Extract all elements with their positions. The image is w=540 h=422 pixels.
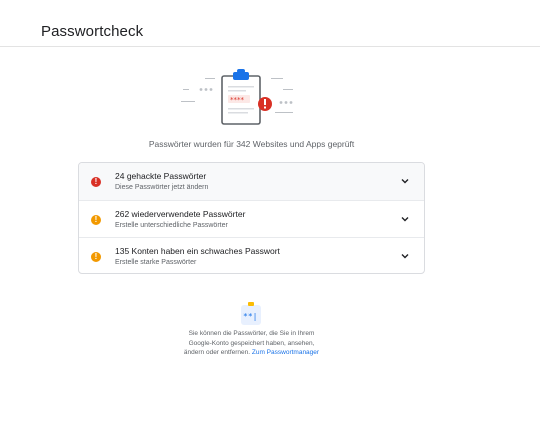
promo-line-3: ändern oder entfernen. [183, 349, 252, 356]
right-dots [271, 78, 293, 113]
page-title: Passwortcheck [41, 23, 144, 40]
issues-card: ! 24 gehackte Passwörter Diese Passwörte… [78, 162, 425, 274]
check-summary: Passwörter wurden für 342 Websites und A… [148, 139, 355, 149]
issue-title: 262 wiederverwendete Passwörter [115, 209, 246, 219]
promo-line-2: Google-Konto gespeichert haben, ansehen, [188, 339, 315, 347]
chevron-down-icon[interactable] [400, 176, 410, 186]
password-manager-icon-text: **| [243, 312, 257, 321]
promo-text: Sie können die Passwörter, die Sie in Ih… [170, 329, 333, 358]
hero-stars: **** [230, 96, 245, 104]
issue-subtitle: Erstelle starke Passwörter [115, 259, 197, 266]
issue-subtitle: Erstelle unterschiedliche Passwörter [115, 222, 228, 229]
warning-icon: ! [91, 252, 101, 262]
issue-title: 135 Konten haben ein schwaches Passwort [115, 246, 280, 256]
issue-row-compromised[interactable]: ! 24 gehackte Passwörter Diese Passwörte… [79, 163, 424, 200]
warning-icon: ! [91, 215, 101, 225]
promo-line-1: Sie können die Passwörter, die Sie in Ih… [188, 330, 315, 337]
password-manager-icon: **| [241, 302, 261, 325]
chevron-down-icon[interactable] [400, 251, 410, 261]
left-dots [181, 78, 215, 102]
password-manager-link[interactable]: Zum Passwortmanager [252, 349, 319, 356]
issue-row-weak[interactable]: ! 135 Konten haben ein schwaches Passwor… [79, 237, 424, 273]
chevron-down-icon[interactable] [400, 214, 410, 224]
error-icon: ! [91, 177, 101, 187]
issue-subtitle: Diese Passwörter jetzt ändern [115, 184, 209, 191]
clipboard-illustration: **** [181, 69, 293, 125]
issue-title: 24 gehackte Passwörter [115, 171, 207, 181]
page-header: Passwortcheck [0, 0, 540, 47]
issue-row-reused[interactable]: ! 262 wiederverwendete Passwörter Erstel… [79, 200, 424, 237]
